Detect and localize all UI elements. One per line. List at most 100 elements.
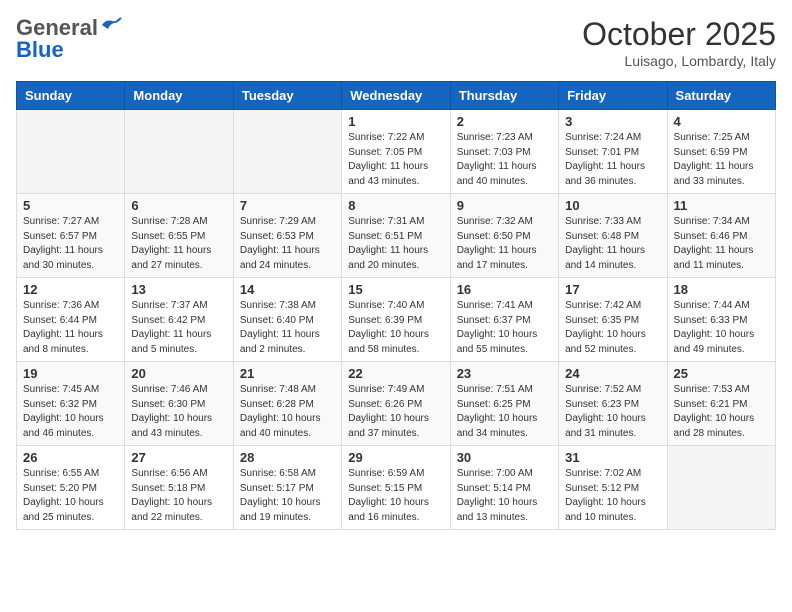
day-info: Sunrise: 7:25 AMSunset: 6:59 PMDaylight:… [674, 131, 769, 189]
day-info: Sunrise: 7:49 AMSunset: 6:26 PMDaylight:… [348, 383, 443, 441]
col-header-sunday: Sunday [17, 82, 125, 110]
day-info: Sunrise: 7:45 AMSunset: 6:32 PMDaylight:… [23, 383, 118, 441]
day-number: 20 [131, 366, 226, 381]
calendar-cell: 24Sunrise: 7:52 AMSunset: 6:23 PMDayligh… [559, 362, 667, 446]
day-info: Sunrise: 7:48 AMSunset: 6:28 PMDaylight:… [240, 383, 335, 441]
day-info: Sunrise: 6:58 AMSunset: 5:17 PMDaylight:… [240, 467, 335, 525]
calendar-cell: 17Sunrise: 7:42 AMSunset: 6:35 PMDayligh… [559, 278, 667, 362]
calendar-cell: 7 Sunrise: 7:29 AMSunset: 6:53 PMDaylight… [233, 194, 341, 278]
calendar-cell: 31Sunrise: 7:02 AMSunset: 5:12 PMDayligh… [559, 446, 667, 530]
calendar-table: SundayMondayTuesdayWednesdayThursdayFrid… [16, 81, 776, 530]
day-number: 16 [457, 282, 552, 297]
calendar-cell: 25 Sunrise: 7:53 AMSunset: 6:21 PMDayligh… [667, 362, 775, 446]
day-info: Sunrise: 7:46 AMSunset: 6:30 PMDaylight:… [131, 383, 226, 441]
calendar-cell: 22 Sunrise: 7:49 AMSunset: 6:26 PMDayligh… [342, 362, 450, 446]
col-header-monday: Monday [125, 82, 233, 110]
calendar-cell: 5Sunrise: 7:27 AMSunset: 6:57 PMDaylight… [17, 194, 125, 278]
day-info: Sunrise: 6:55 AMSunset: 5:20 PMDaylight:… [23, 467, 118, 525]
calendar-cell: 20 Sunrise: 7:46 AMSunset: 6:30 PMDayligh… [125, 362, 233, 446]
day-number: 8 [348, 198, 443, 213]
calendar-cell: 8 Sunrise: 7:31 AMSunset: 6:51 PMDaylight… [342, 194, 450, 278]
calendar-cell: 11 Sunrise: 7:34 AMSunset: 6:46 PMDayligh… [667, 194, 775, 278]
title-section: October 2025 Luisago, Lombardy, Italy [582, 16, 776, 69]
logo: General Blue [16, 16, 122, 62]
calendar-cell: 13 Sunrise: 7:37 AMSunset: 6:42 PMDayligh… [125, 278, 233, 362]
day-info: Sunrise: 7:34 AMSunset: 6:46 PMDaylight:… [674, 215, 769, 273]
day-info: Sunrise: 7:24 AMSunset: 7:01 PMDaylight:… [565, 131, 660, 189]
day-number: 30 [457, 450, 552, 465]
calendar-cell: 2 Sunrise: 7:23 AMSunset: 7:03 PMDaylight… [450, 110, 558, 194]
day-number: 6 [131, 198, 226, 213]
calendar-week-row: 1 Sunrise: 7:22 AMSunset: 7:05 PMDaylight… [17, 110, 776, 194]
day-number: 29 [348, 450, 443, 465]
day-info: Sunrise: 7:28 AMSunset: 6:55 PMDaylight:… [131, 215, 226, 273]
day-number: 22 [348, 366, 443, 381]
month-title: October 2025 [582, 16, 776, 53]
day-info: Sunrise: 7:02 AMSunset: 5:12 PMDaylight:… [565, 467, 660, 525]
calendar-cell: 30 Sunrise: 7:00 AMSunset: 5:14 PMDayligh… [450, 446, 558, 530]
page-header: General Blue October 2025 Luisago, Lomba… [16, 16, 776, 69]
day-number: 1 [348, 114, 443, 129]
day-info: Sunrise: 7:42 AMSunset: 6:35 PMDaylight:… [565, 299, 660, 357]
day-number: 14 [240, 282, 335, 297]
day-info: Sunrise: 7:27 AMSunset: 6:57 PMDaylight:… [23, 215, 118, 273]
day-info: Sunrise: 7:36 AMSunset: 6:44 PMDaylight:… [23, 299, 118, 357]
day-info: Sunrise: 7:00 AMSunset: 5:14 PMDaylight:… [457, 467, 552, 525]
day-info: Sunrise: 6:59 AMSunset: 5:15 PMDaylight:… [348, 467, 443, 525]
day-info: Sunrise: 7:33 AMSunset: 6:48 PMDaylight:… [565, 215, 660, 273]
day-number: 24 [565, 366, 660, 381]
day-info: Sunrise: 7:31 AMSunset: 6:51 PMDaylight:… [348, 215, 443, 273]
calendar-cell: 26Sunrise: 6:55 AMSunset: 5:20 PMDayligh… [17, 446, 125, 530]
day-number: 4 [674, 114, 769, 129]
day-number: 11 [674, 198, 769, 213]
calendar-cell: 28 Sunrise: 6:58 AMSunset: 5:17 PMDayligh… [233, 446, 341, 530]
day-info: Sunrise: 7:38 AMSunset: 6:40 PMDaylight:… [240, 299, 335, 357]
day-number: 19 [23, 366, 118, 381]
day-info: Sunrise: 7:23 AMSunset: 7:03 PMDaylight:… [457, 131, 552, 189]
day-number: 10 [565, 198, 660, 213]
day-info: Sunrise: 7:51 AMSunset: 6:25 PMDaylight:… [457, 383, 552, 441]
day-info: Sunrise: 7:44 AMSunset: 6:33 PMDaylight:… [674, 299, 769, 357]
calendar-cell: 23 Sunrise: 7:51 AMSunset: 6:25 PMDayligh… [450, 362, 558, 446]
calendar-header-row: SundayMondayTuesdayWednesdayThursdayFrid… [17, 82, 776, 110]
calendar-week-row: 12 Sunrise: 7:36 AMSunset: 6:44 PMDayligh… [17, 278, 776, 362]
day-info: Sunrise: 7:40 AMSunset: 6:39 PMDaylight:… [348, 299, 443, 357]
day-info: Sunrise: 7:41 AMSunset: 6:37 PMDaylight:… [457, 299, 552, 357]
day-info: Sunrise: 7:29 AMSunset: 6:53 PMDaylight:… [240, 215, 335, 273]
calendar-cell: 29 Sunrise: 6:59 AMSunset: 5:15 PMDayligh… [342, 446, 450, 530]
col-header-friday: Friday [559, 82, 667, 110]
col-header-thursday: Thursday [450, 82, 558, 110]
calendar-cell: 27 Sunrise: 6:56 AMSunset: 5:18 PMDayligh… [125, 446, 233, 530]
day-number: 9 [457, 198, 552, 213]
calendar-cell [125, 110, 233, 194]
day-number: 7 [240, 198, 335, 213]
logo-bird-icon [100, 17, 122, 35]
calendar-cell: 21 Sunrise: 7:48 AMSunset: 6:28 PMDayligh… [233, 362, 341, 446]
calendar-cell: 15 Sunrise: 7:40 AMSunset: 6:39 PMDayligh… [342, 278, 450, 362]
calendar-cell: 19 Sunrise: 7:45 AMSunset: 6:32 PMDayligh… [17, 362, 125, 446]
day-number: 28 [240, 450, 335, 465]
day-info: Sunrise: 7:37 AMSunset: 6:42 PMDaylight:… [131, 299, 226, 357]
day-number: 18 [674, 282, 769, 297]
day-number: 25 [674, 366, 769, 381]
col-header-wednesday: Wednesday [342, 82, 450, 110]
day-number: 27 [131, 450, 226, 465]
calendar-cell: 3 Sunrise: 7:24 AMSunset: 7:01 PMDaylight… [559, 110, 667, 194]
col-header-tuesday: Tuesday [233, 82, 341, 110]
day-number: 3 [565, 114, 660, 129]
calendar-cell: 6 Sunrise: 7:28 AMSunset: 6:55 PMDaylight… [125, 194, 233, 278]
day-info: Sunrise: 6:56 AMSunset: 5:18 PMDaylight:… [131, 467, 226, 525]
day-number: 13 [131, 282, 226, 297]
day-number: 21 [240, 366, 335, 381]
day-info: Sunrise: 7:22 AMSunset: 7:05 PMDaylight:… [348, 131, 443, 189]
day-info: Sunrise: 7:53 AMSunset: 6:21 PMDaylight:… [674, 383, 769, 441]
day-number: 23 [457, 366, 552, 381]
calendar-cell: 18 Sunrise: 7:44 AMSunset: 6:33 PMDayligh… [667, 278, 775, 362]
day-info: Sunrise: 7:32 AMSunset: 6:50 PMDaylight:… [457, 215, 552, 273]
day-number: 2 [457, 114, 552, 129]
col-header-saturday: Saturday [667, 82, 775, 110]
calendar-week-row: 26Sunrise: 6:55 AMSunset: 5:20 PMDayligh… [17, 446, 776, 530]
day-number: 15 [348, 282, 443, 297]
day-number: 12 [23, 282, 118, 297]
calendar-cell [17, 110, 125, 194]
